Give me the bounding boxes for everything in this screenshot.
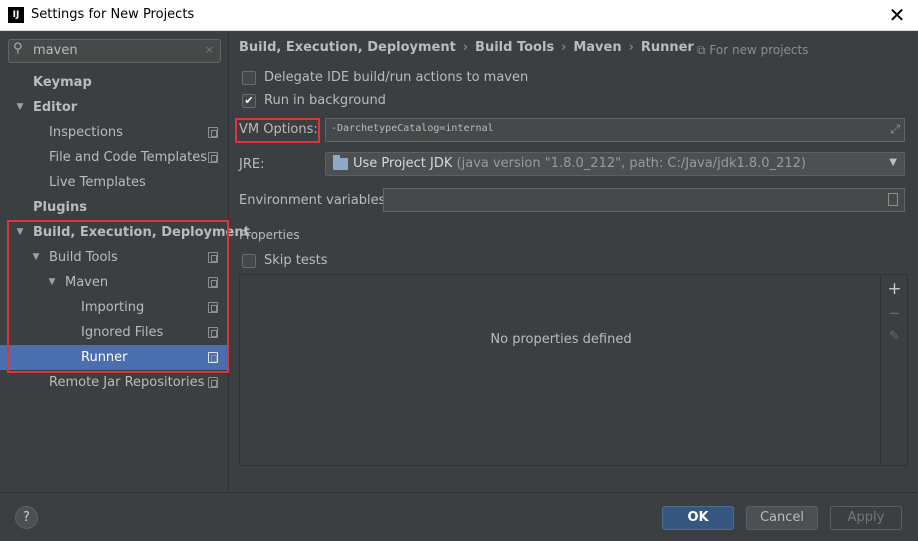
expand-arrow-icon[interactable]: ▼ [14,95,26,120]
sidebar-item-label: Build, Execution, Deployment [33,225,250,240]
breadcrumb-separator: › [561,40,567,55]
sidebar-item-label: Plugins [33,200,87,215]
help-button[interactable]: ? [15,506,38,529]
folder-icon [333,155,348,170]
checkbox-box[interactable] [242,254,256,268]
breadcrumb-item: Maven [573,40,622,55]
expand-icon[interactable]: ⤢ [890,122,900,137]
properties-table[interactable]: No properties defined [239,274,881,466]
sidebar-item-runner[interactable]: Runner [0,345,228,370]
project-scope-icon [208,152,218,163]
sidebar-item-label: Remote Jar Repositories [49,375,205,390]
jre-value: Use Project JDK [353,156,453,171]
scope-note: ⧉ For new projects [697,43,809,58]
runner-settings-panel: Build, Execution, Deployment › Build Tools… [230,32,918,492]
search-icon: ⚲ [13,41,23,56]
environment-variables-label: Environment variables: [239,193,390,208]
window-title: Settings for New Projects [31,7,195,22]
sidebar-item-label: Importing [81,300,145,315]
sidebar-item-label: Keymap [33,75,92,90]
properties-section-title: Properties [239,228,300,242]
sidebar-item-label: Ignored Files [81,325,164,340]
scope-note-text: For new projects [709,43,809,57]
ok-button[interactable]: OK [662,506,734,530]
dialog-footer: ? OK Cancel Apply [0,492,918,541]
skip-tests-label: Skip tests [264,253,328,268]
project-scope-icon [208,277,218,288]
project-scope-icon [208,127,218,138]
empty-state-text: No properties defined [490,332,632,347]
vm-options-label: VM Options: [239,122,318,137]
expand-arrow-icon[interactable]: ▼ [30,245,42,270]
sidebar-item-label: Live Templates [49,175,146,190]
breadcrumb-item: Build, Execution, Deployment [239,40,456,55]
run-in-background-label: Run in background [264,93,386,108]
jre-dropdown[interactable]: Use Project JDK (java version "1.8.0_212… [325,152,905,176]
jre-label: JRE: [239,157,265,172]
settings-sidebar: ⚲ maven × Keymap ▼ Editor Inspections Fi… [0,32,250,492]
sidebar-item-label: Editor [33,100,78,115]
sidebar-item-build-tools[interactable]: ▼ Build Tools [0,245,228,270]
add-icon[interactable]: + [885,279,904,299]
jre-detail: (java version "1.8.0_212", path: C:/Java… [456,156,806,171]
search-value: maven [33,43,78,58]
sidebar-item-remote-jar-repositories[interactable]: Remote Jar Repositories [0,370,228,395]
project-scope-icon [208,352,218,363]
breadcrumb-separator: › [628,40,634,55]
browse-icon[interactable] [888,193,898,206]
project-scope-icon [208,377,218,388]
title-bar: IJ Settings for New Projects ✕ [0,0,918,31]
sidebar-item-importing[interactable]: Importing [0,295,228,320]
project-scope-icon [208,302,218,313]
sidebar-item-label: Maven [65,275,109,290]
close-icon[interactable]: ✕ [886,3,908,27]
chevron-down-icon[interactable]: ▼ [889,157,897,168]
breadcrumb-separator: › [462,40,469,55]
cancel-button[interactable]: Cancel [746,506,818,530]
sidebar-item-editor[interactable]: ▼ Editor [0,95,228,120]
checkbox-box[interactable] [242,71,256,85]
sidebar-item-label: Runner [81,350,128,365]
intellij-logo-icon: IJ [8,7,24,23]
sidebar-item-file-and-code-templates[interactable]: File and Code Templates [0,145,228,170]
remove-icon[interactable]: − [885,303,904,323]
breadcrumb: Build, Execution, Deployment › Build Tools… [239,40,694,55]
sidebar-item-label: Inspections [49,125,123,140]
sidebar-item-inspections[interactable]: Inspections [0,120,228,145]
sidebar-item-ignored-files[interactable]: Ignored Files [0,320,228,345]
breadcrumb-item: Runner [640,40,694,55]
sidebar-item-maven[interactable]: ▼ Maven [0,270,228,295]
project-scope-icon [208,327,218,338]
search-input[interactable]: ⚲ maven × [8,39,221,63]
sidebar-item-build-execution-deployment[interactable]: ▼ Build, Execution, Deployment [0,220,250,245]
delegate-checkbox-label: Delegate IDE build/run actions to maven [264,70,529,85]
edit-icon[interactable]: ✎ [885,327,904,347]
sidebar-item-keymap[interactable]: Keymap [0,70,228,95]
breadcrumb-item: Build Tools [475,40,555,55]
vm-options-field[interactable]: -DarchetypeCatalog=internal ⤢ [325,118,905,142]
expand-arrow-icon[interactable]: ▼ [46,270,58,295]
checkbox-box[interactable]: ✔ [242,94,256,108]
vm-options-value: -DarchetypeCatalog=internal [331,123,494,134]
properties-toolbar: + − ✎ [881,274,908,466]
expand-arrow-icon[interactable]: ▼ [14,220,26,245]
sidebar-item-label: File and Code Templates [49,150,207,165]
environment-variables-field[interactable] [383,188,905,212]
sidebar-item-plugins[interactable]: Plugins [0,195,228,220]
apply-button[interactable]: Apply [830,506,902,530]
copy-icon: ⧉ [697,43,706,57]
clear-search-icon[interactable]: × [205,43,214,56]
sidebar-item-live-templates[interactable]: Live Templates [0,170,228,195]
sidebar-item-label: Build Tools [49,250,118,265]
project-scope-icon [208,252,218,263]
